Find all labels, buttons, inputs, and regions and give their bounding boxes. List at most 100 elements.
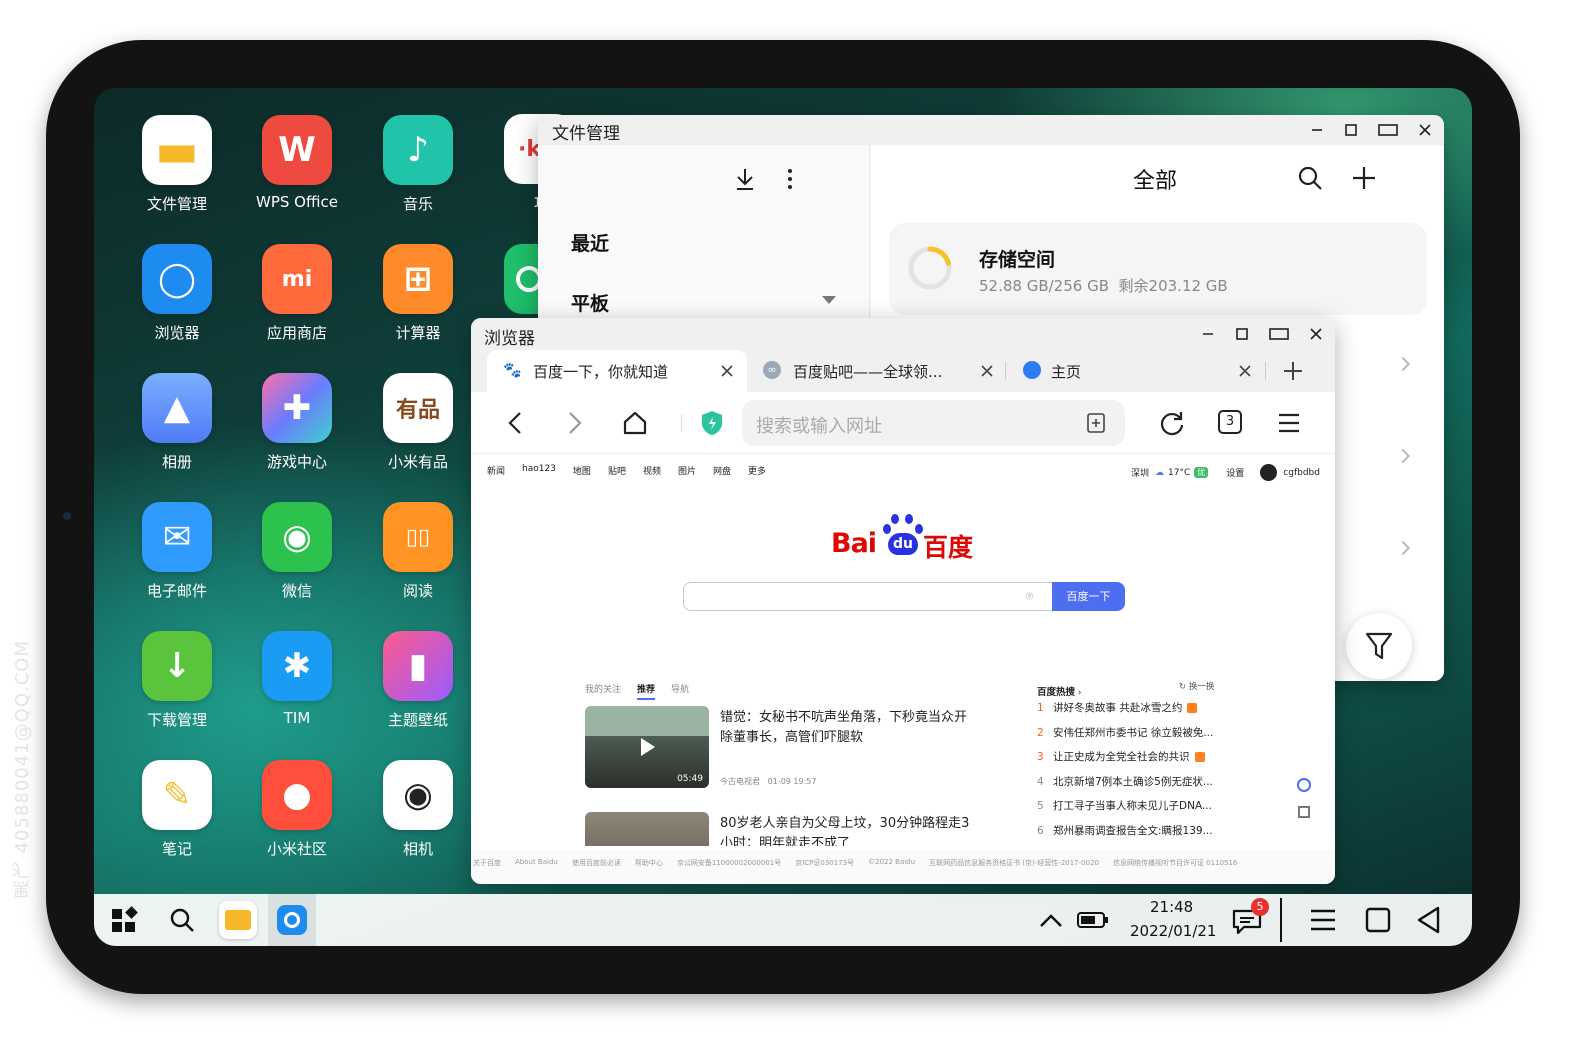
hot-search-item[interactable]: 4 北京新增7例本土确诊5例无症状...: [1037, 774, 1247, 799]
download-icon[interactable]: [734, 167, 756, 191]
footer-link[interactable]: 京ICP证030173号: [795, 858, 854, 868]
top-link[interactable]: 贴吧: [608, 464, 626, 477]
footer-link[interactable]: 京公网安备11000002000001号: [677, 858, 781, 868]
app-camera[interactable]: ◉ 相机: [358, 760, 478, 859]
settings-link[interactable]: 设置: [1226, 466, 1244, 479]
minimize-icon[interactable]: [1310, 123, 1324, 137]
app-app-store[interactable]: mi 应用商店: [237, 244, 357, 343]
browser-titlebar[interactable]: 浏览器: [471, 318, 1335, 350]
footer-link[interactable]: 互联网药品信息服务资格证书 (京)-经营性-2017-0020: [929, 858, 1099, 868]
avatar[interactable]: [1260, 464, 1278, 481]
top-link[interactable]: 更多: [748, 464, 766, 477]
news-item[interactable]: 05:49 错觉：女秘书不吭声坐角落，下秒竟当众开除董事长，高管们吓腿软 今古电…: [585, 706, 975, 790]
add-icon[interactable]: [1351, 165, 1377, 191]
top-link[interactable]: 网盘: [713, 464, 731, 477]
app-game-center[interactable]: ✚ 游戏中心: [237, 373, 357, 472]
qr-code-icon[interactable]: [1298, 806, 1310, 818]
refresh-hot-link[interactable]: ↻ 换一换: [1179, 680, 1214, 692]
app-partial-1[interactable]: ·k 巧: [484, 114, 574, 213]
app-drawer-icon[interactable]: [111, 906, 139, 934]
footer-link[interactable]: 使用百度前必读: [572, 858, 621, 868]
footer-link[interactable]: About Baidu: [515, 858, 558, 866]
app-folder[interactable]: ▬ 文件管理: [117, 115, 237, 214]
close-icon[interactable]: [1309, 327, 1323, 341]
recents-menu-icon[interactable]: [1310, 908, 1336, 932]
chevron-up-icon[interactable]: [1039, 912, 1063, 928]
footer-link[interactable]: 帮助中心: [635, 858, 663, 868]
news-item[interactable]: 80岁老人亲自为父母上坟，30分钟路程走3小时：明年就走不成了: [585, 812, 975, 846]
chevron-down-icon[interactable]: [822, 296, 836, 304]
hot-search-item[interactable]: 3 让正史成为全党全社会的共识: [1037, 749, 1247, 774]
nav-tablet[interactable]: 平板: [571, 289, 609, 316]
news-title[interactable]: 错觉：女秘书不吭声坐角落，下秒竟当众开除董事长，高管们吓腿软: [720, 708, 970, 748]
maximize-icon[interactable]: [1378, 123, 1398, 137]
notification-button[interactable]: 5: [1232, 898, 1269, 935]
top-link[interactable]: hao123: [522, 464, 556, 477]
camera-search-icon[interactable]: ⌾: [1026, 589, 1033, 604]
tab-tieba[interactable]: ∞ 百度贴吧——全球领...: [747, 350, 1005, 392]
feed-tab-nav[interactable]: 导航: [671, 682, 689, 700]
file-manager-titlebar[interactable]: 文件管理: [538, 115, 1444, 145]
top-link[interactable]: 地图: [573, 464, 591, 477]
chevron-right-icon[interactable]: [1395, 356, 1411, 372]
maximize-icon[interactable]: [1269, 327, 1289, 341]
home-nav-icon[interactable]: [1365, 907, 1391, 933]
footer-link[interactable]: 信息网络传播视听节目许可证 0110516: [1113, 858, 1237, 868]
compass-icon[interactable]: [1297, 778, 1311, 792]
top-link[interactable]: 图片: [678, 464, 696, 477]
feed-tab-following[interactable]: 我的关注: [585, 682, 621, 700]
app-theme[interactable]: ▮ 主题壁纸: [358, 631, 478, 730]
app-notes[interactable]: ✎ 笔记: [117, 760, 237, 859]
taskbar-file-manager[interactable]: [219, 901, 257, 939]
hot-search-item[interactable]: 5 打工寻子当事人称未见儿子DNA...: [1037, 798, 1247, 823]
app-community[interactable]: ● 小米社区: [237, 760, 357, 859]
taskbar-browser[interactable]: [268, 894, 316, 946]
baidu-search-input[interactable]: ⌾: [683, 582, 1053, 611]
app-email[interactable]: ✉ 电子邮件: [117, 502, 237, 601]
chevron-right-icon[interactable]: [1395, 540, 1411, 556]
back-icon[interactable]: [507, 411, 523, 435]
hot-search-title[interactable]: 百度热搜: [1037, 687, 1075, 698]
address-bar[interactable]: 搜索或输入网址: [742, 400, 1125, 446]
shield-icon[interactable]: [700, 409, 724, 437]
app-browser[interactable]: ◯ 浏览器: [117, 244, 237, 343]
baidu-search-button[interactable]: 百度一下: [1052, 582, 1125, 611]
footer-link[interactable]: ©2022 Baidu: [868, 858, 915, 866]
top-link[interactable]: 新闻: [487, 464, 505, 477]
forward-icon[interactable]: [567, 411, 583, 435]
new-tab-icon[interactable]: [1283, 361, 1303, 381]
close-tab-icon[interactable]: [981, 365, 993, 377]
more-vertical-icon[interactable]: [786, 167, 794, 191]
minimize-icon[interactable]: [1201, 327, 1215, 341]
chevron-right-icon[interactable]: [1395, 448, 1411, 464]
app-wps[interactable]: W WPS Office: [237, 115, 357, 211]
app-reader[interactable]: ▯▯ 阅读: [358, 502, 478, 601]
app-tim[interactable]: ✱ TIM: [237, 631, 357, 727]
top-link[interactable]: 视频: [643, 464, 661, 477]
storage-card[interactable]: 存储空间 52.88 GB/256 GB 剩余203.12 GB: [889, 223, 1427, 315]
close-tab-icon[interactable]: [721, 365, 733, 377]
app-music[interactable]: ♪ 音乐: [358, 115, 478, 214]
app-calculator[interactable]: ⊞ 计算器: [358, 244, 478, 343]
app-gallery[interactable]: ▲ 相册: [117, 373, 237, 472]
app-youpin[interactable]: 有品 小米有品: [358, 373, 478, 472]
feed-tab-recommended[interactable]: 推荐: [637, 682, 656, 700]
hot-search-item[interactable]: 1 讲好冬奥故事 共赴冰雪之约: [1037, 700, 1247, 725]
search-icon[interactable]: [169, 907, 195, 933]
tab-home[interactable]: 主页: [1007, 350, 1263, 392]
hot-search-item[interactable]: 2 安伟任郑州市委书记 徐立毅被免...: [1037, 725, 1247, 750]
nav-recent[interactable]: 最近: [571, 229, 609, 256]
bookmark-add-icon[interactable]: [1086, 413, 1106, 433]
username[interactable]: cgfbdbd: [1283, 468, 1320, 478]
restore-icon[interactable]: [1344, 123, 1358, 137]
close-icon[interactable]: [1418, 123, 1432, 137]
app-wechat[interactable]: ◉ 微信: [237, 502, 357, 601]
app-download[interactable]: ↓ 下载管理: [117, 631, 237, 730]
clock-time[interactable]: 21:48: [1150, 898, 1193, 916]
refresh-icon[interactable]: [1159, 410, 1185, 436]
tab-count-button[interactable]: 3: [1218, 410, 1242, 434]
clock-date[interactable]: 2022/01/21: [1130, 922, 1216, 940]
close-tab-icon[interactable]: [1239, 365, 1251, 377]
hot-search-item[interactable]: 6 郑州暴雨调查报告全文:瞒报139...: [1037, 823, 1247, 848]
restore-icon[interactable]: [1235, 327, 1249, 341]
